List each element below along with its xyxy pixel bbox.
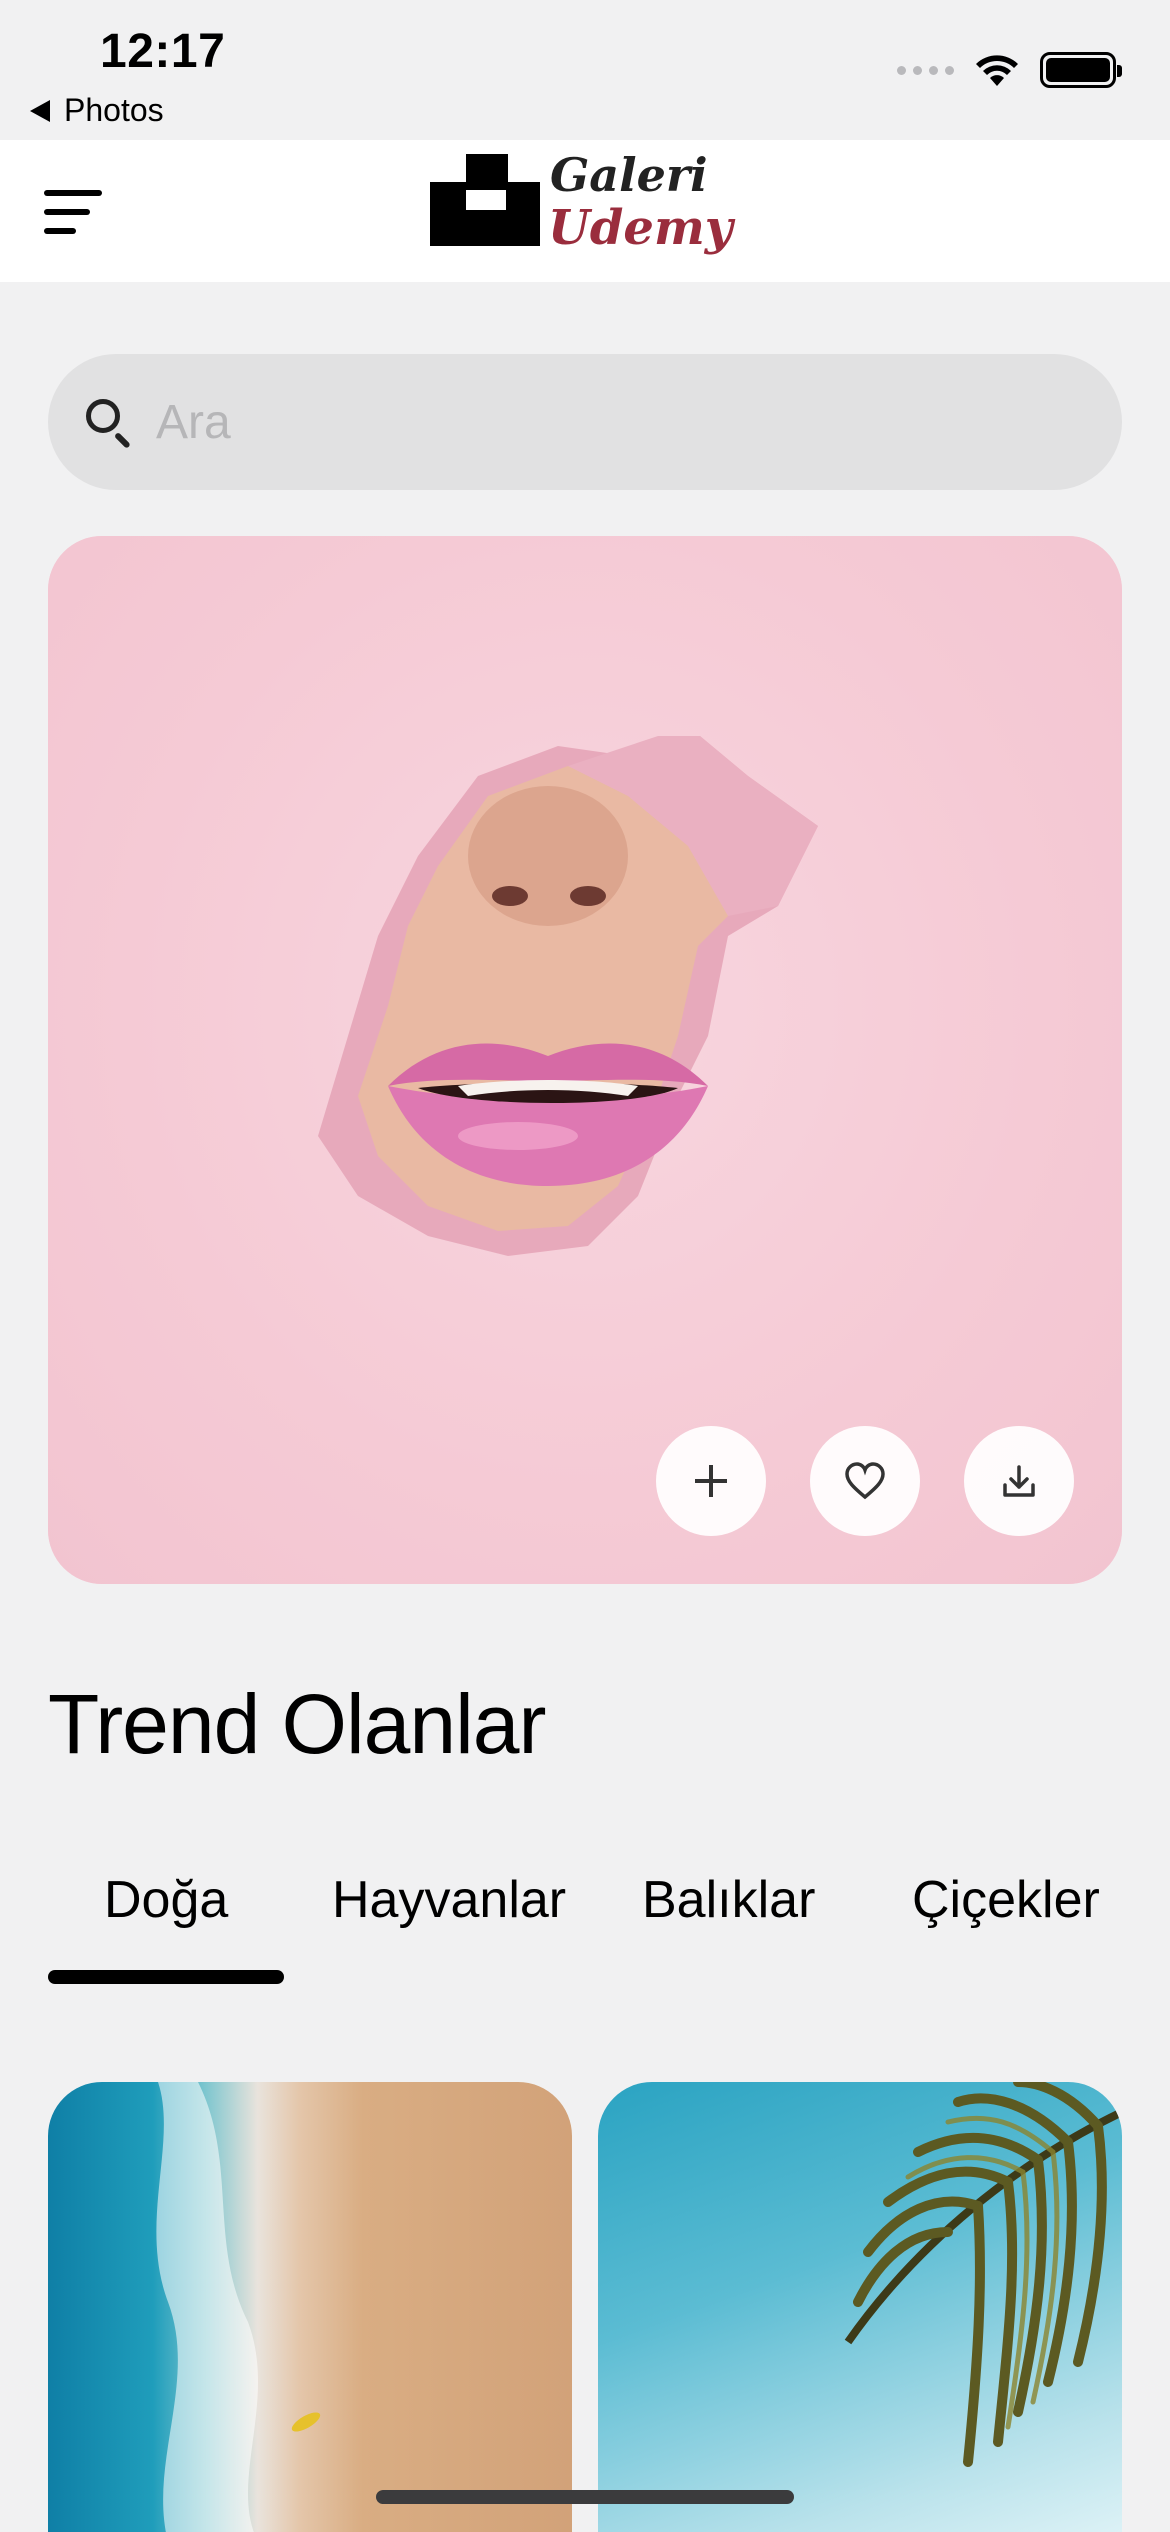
featured-image-card[interactable] bbox=[48, 536, 1122, 1584]
gallery-tile-palm[interactable] bbox=[598, 2082, 1122, 2532]
tab-cicekler[interactable]: Çiçekler bbox=[912, 1870, 1100, 1930]
beach-image bbox=[156, 2082, 321, 2532]
back-arrow-icon bbox=[30, 99, 50, 122]
app-header: Galeri Udemy bbox=[0, 140, 1170, 282]
download-icon bbox=[1003, 1465, 1035, 1497]
back-to-photos-link[interactable]: Photos bbox=[30, 92, 164, 129]
heart-icon bbox=[845, 1462, 885, 1500]
app-logo: Galeri Udemy bbox=[430, 146, 733, 276]
download-button[interactable] bbox=[964, 1426, 1074, 1536]
wifi-icon bbox=[976, 55, 1018, 86]
section-title: Trend Olanlar bbox=[48, 1677, 546, 1771]
logo-text-galeri: Galeri bbox=[550, 148, 708, 202]
tab-doga[interactable]: Doğa bbox=[104, 1870, 228, 1930]
tab-hayvanlar[interactable]: Hayvanlar bbox=[332, 1870, 566, 1930]
active-tab-indicator bbox=[48, 1970, 284, 1984]
gallery-tile-beach[interactable] bbox=[48, 2082, 572, 2532]
palm-leaf-image bbox=[844, 2082, 1122, 2467]
menu-button[interactable] bbox=[44, 184, 110, 240]
back-app-label: Photos bbox=[64, 92, 164, 128]
logo-text-udemy: Udemy bbox=[548, 200, 733, 256]
featured-actions bbox=[656, 1426, 1074, 1536]
plus-icon bbox=[695, 1465, 727, 1497]
home-indicator bbox=[376, 2490, 794, 2504]
search-bar[interactable] bbox=[48, 354, 1122, 490]
cellular-signal-icon bbox=[897, 65, 954, 75]
search-icon bbox=[82, 395, 136, 449]
status-bar: 12:17 Photos bbox=[0, 0, 1170, 140]
category-tabs: Doğa Hayvanlar Balıklar Çiçekler bbox=[48, 1860, 1122, 1990]
tab-baliklar[interactable]: Balıklar bbox=[642, 1870, 815, 1930]
torn-paper-lips-illustration bbox=[318, 736, 818, 1256]
status-time: 12:17 bbox=[100, 25, 226, 78]
status-indicators bbox=[897, 52, 1122, 88]
add-button[interactable] bbox=[656, 1426, 766, 1536]
search-input[interactable] bbox=[156, 394, 1056, 450]
battery-icon bbox=[1040, 52, 1122, 88]
favorite-button[interactable] bbox=[810, 1426, 920, 1536]
